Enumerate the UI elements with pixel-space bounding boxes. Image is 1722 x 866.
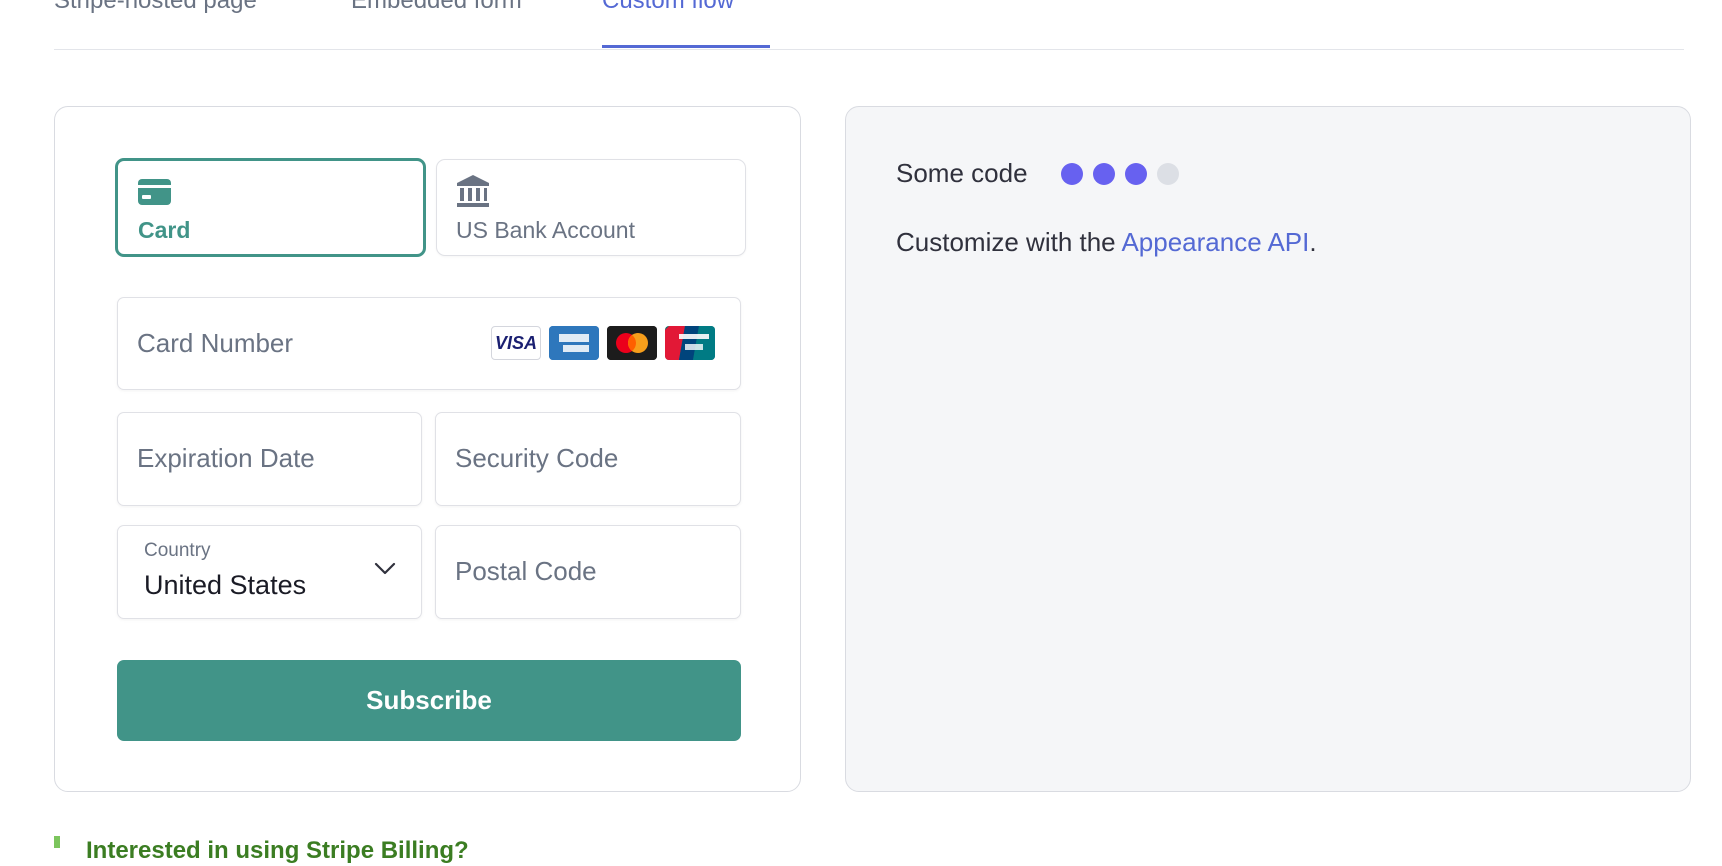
payment-method-label: Card (138, 217, 191, 243)
subscribe-button[interactable]: Subscribe (117, 660, 741, 741)
tab-stripe-hosted-page[interactable]: Stripe-hosted page (54, 0, 257, 16)
code-panel: Some code Customize with the Appearance … (845, 106, 1691, 792)
amex-logo-icon (549, 326, 599, 360)
integration-tabs: Stripe-hosted page Embedded form Custom … (54, 0, 1684, 50)
postal-code-placeholder: Postal Code (455, 556, 597, 586)
postal-code-input[interactable]: Postal Code (435, 525, 741, 619)
description-prefix: Customize with the (896, 227, 1122, 257)
payment-method-us-bank-tab[interactable]: US Bank Account (436, 159, 746, 256)
credit-card-icon (138, 179, 171, 210)
country-select[interactable]: Country United States (117, 525, 422, 619)
progress-dot (1093, 163, 1115, 185)
callout-accent-bar (54, 836, 60, 848)
visa-logo-icon: VISA (491, 326, 541, 360)
country-value: United States (144, 570, 307, 600)
country-label: Country (144, 540, 211, 561)
mastercard-logo-icon (607, 326, 657, 360)
expiration-date-input[interactable]: Expiration Date (117, 412, 422, 506)
progress-dot (1061, 163, 1083, 185)
description-suffix: . (1309, 227, 1317, 257)
tab-embedded-form[interactable]: Embedded form (351, 0, 522, 16)
progress-dot (1125, 163, 1147, 185)
security-code-placeholder: Security Code (455, 443, 619, 473)
code-panel-description: Customize with the Appearance API. (896, 227, 1317, 257)
billing-callout-heading: Interested in using Stripe Billing? (86, 837, 469, 864)
chevron-down-icon (374, 562, 396, 581)
progress-dot (1157, 163, 1179, 185)
active-tab-indicator (602, 45, 770, 48)
appearance-api-link[interactable]: Appearance API (1121, 227, 1309, 257)
expiration-date-placeholder: Expiration Date (137, 443, 315, 473)
card-number-placeholder: Card Number (137, 328, 294, 358)
payment-method-card-tab[interactable]: Card (115, 158, 426, 257)
bank-icon (456, 174, 490, 213)
payment-method-label: US Bank Account (456, 217, 635, 243)
tab-custom-flow[interactable]: Custom flow (602, 0, 734, 16)
security-code-input[interactable]: Security Code (435, 412, 741, 506)
card-number-input[interactable]: Card Number VISA (117, 297, 741, 390)
unionpay-logo-icon (665, 326, 715, 360)
code-panel-title: Some code (896, 158, 1028, 188)
payment-form-panel: Card US Bank Account Card Number VISA Ex… (54, 106, 801, 792)
